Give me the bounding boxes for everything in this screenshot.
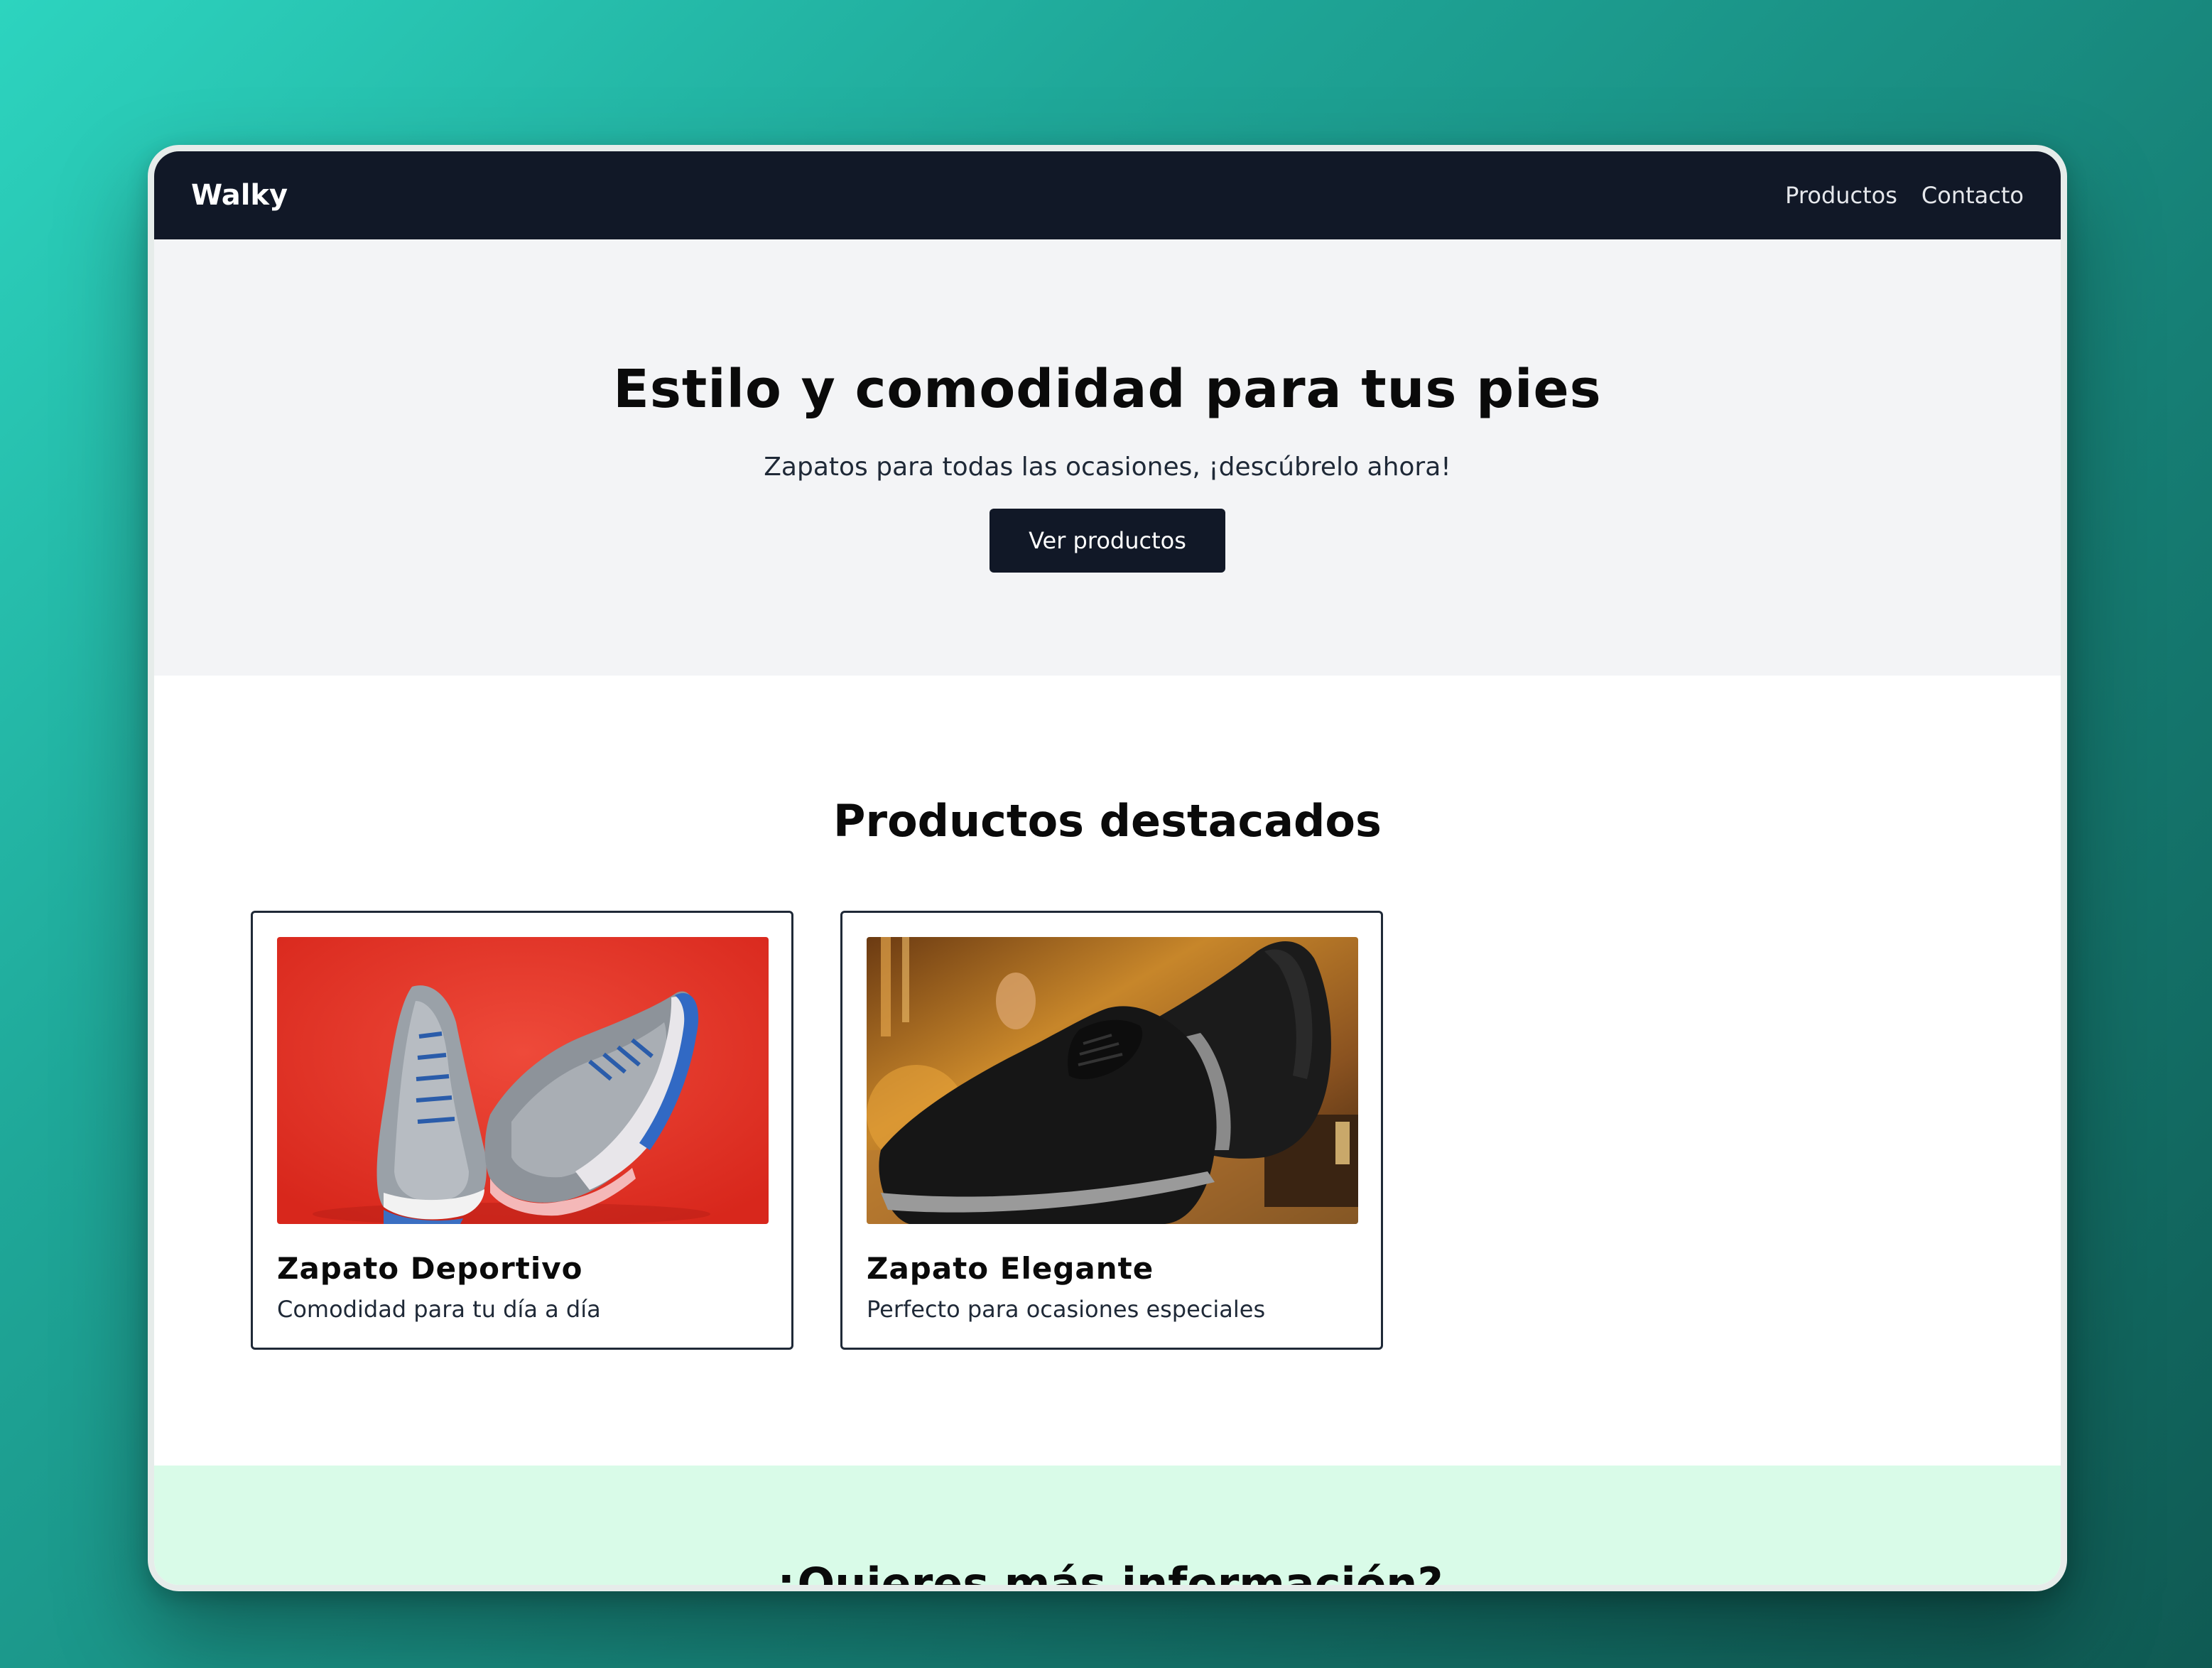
contact-section: ¿Quieres más información? xyxy=(154,1466,2061,1585)
nav-link-productos[interactable]: Productos xyxy=(1785,182,1897,209)
nav-links: Productos Contacto xyxy=(1785,182,2024,209)
view-products-button[interactable]: Ver productos xyxy=(990,509,1225,573)
brand-logo[interactable]: Walky xyxy=(191,179,288,212)
product-name: Zapato Deportivo xyxy=(277,1251,583,1286)
browser-frame: Walky Productos Contacto Estilo y comodi… xyxy=(148,145,2067,1591)
product-card-deportivo[interactable]: Zapato Deportivo Comodidad para tu día a… xyxy=(251,911,793,1350)
navbar: Walky Productos Contacto xyxy=(154,151,2061,239)
hero-subtitle: Zapatos para todas las ocasiones, ¡descú… xyxy=(764,453,1451,482)
product-name: Zapato Elegante xyxy=(867,1251,1154,1286)
product-description: Perfecto para ocasiones especiales xyxy=(867,1296,1266,1323)
product-description: Comodidad para tu día a día xyxy=(277,1296,601,1323)
product-grid: Zapato Deportivo Comodidad para tu día a… xyxy=(154,911,2061,1350)
featured-products-section: Productos destacados Zapato Deportivo Co… xyxy=(154,676,2061,1466)
contact-title: ¿Quieres más información? xyxy=(771,1558,1443,1585)
products-title: Productos destacados xyxy=(833,795,1382,847)
page-viewport[interactable]: Walky Productos Contacto Estilo y comodi… xyxy=(154,151,2061,1585)
nav-link-contacto[interactable]: Contacto xyxy=(1921,182,2024,209)
hero-section: Estilo y comodidad para tus pies Zapatos… xyxy=(154,239,2061,676)
dress-shoe-image xyxy=(867,937,1358,1224)
hero-title: Estilo y comodidad para tus pies xyxy=(613,359,1602,420)
sneakers-image xyxy=(277,937,769,1224)
product-card-elegante[interactable]: Zapato Elegante Perfecto para ocasiones … xyxy=(840,911,1383,1350)
